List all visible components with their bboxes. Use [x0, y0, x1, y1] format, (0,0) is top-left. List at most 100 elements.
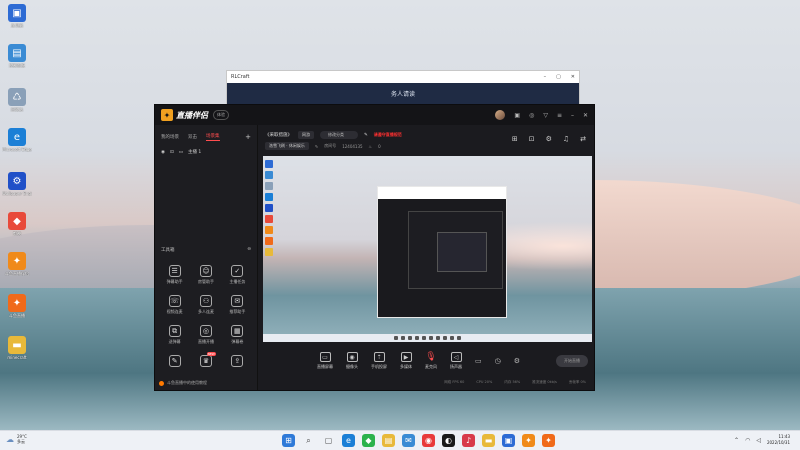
tool-item[interactable]: ▦ 弹幕卷 [222, 325, 253, 345]
taskbar-app-icon[interactable]: ◐ [442, 434, 455, 447]
tab-scene-set[interactable]: 场景集 [206, 133, 220, 141]
tool-item[interactable]: ⚇ 多人连麦 [190, 295, 221, 315]
tool-item[interactable]: ⇪ [222, 355, 253, 369]
source-button[interactable]: ⇡ 手机投屏 [371, 352, 387, 370]
source-button[interactable]: ◉ 摄像头 [346, 352, 358, 370]
menu-icon[interactable]: ≡ [557, 112, 562, 119]
taskbar-app-icon[interactable]: ◉ [422, 434, 435, 447]
lock-icon[interactable]: ⊡ [529, 135, 535, 143]
taskbar-app-icon[interactable]: ✦ [522, 434, 535, 447]
stream-preview[interactable] [263, 156, 592, 342]
maximize-icon[interactable]: ▢ [556, 74, 561, 80]
fire-icon: ♨ [368, 143, 373, 149]
desktop-icon[interactable]: ▣ 此电脑 [2, 4, 32, 28]
taskbar-app-icon[interactable]: ⌕ [302, 434, 315, 447]
category-tag[interactable]: 网游 [298, 131, 314, 139]
tutorial-icon [159, 380, 164, 386]
toolbox-header: 工具箱 ⊖ [161, 247, 251, 253]
source-label: 麦克风 [425, 364, 437, 369]
tutorial-link[interactable]: 斗鱼直播中的使用教程 [159, 380, 207, 386]
background-window-titlebar[interactable]: RLCraft – ▢ ✕ [227, 71, 579, 83]
volume-icon[interactable]: ◁ [756, 437, 761, 444]
edit-icon[interactable]: ✎ [364, 133, 368, 138]
visibility-icon[interactable]: ◉ [161, 150, 165, 155]
app-icon: ✦ [8, 252, 26, 270]
desktop-icon[interactable]: ▬ minecraft [2, 336, 32, 360]
tool-item[interactable]: ✉ 推荐助手 [222, 295, 253, 315]
camera-icon[interactable]: ▭ [475, 357, 482, 365]
desktop-icon[interactable]: ◆ 剪映 [2, 212, 32, 236]
version-badge[interactable]: 体验 [213, 110, 229, 120]
tool-item[interactable]: ✓ 主播任务 [222, 265, 253, 285]
tool-label: 弹幕卷 [231, 339, 244, 344]
desktop-icon[interactable]: ✦ 斗鱼直播 [2, 294, 32, 318]
avatar[interactable] [495, 110, 506, 120]
tool-item[interactable]: ◎ 直播开播 [190, 325, 221, 345]
minimize-icon[interactable]: – [571, 112, 574, 119]
taskbar-app-icon[interactable]: ▣ [502, 434, 515, 447]
tool-label: 直播开播 [197, 339, 214, 344]
clock-icon[interactable]: ◷ [495, 357, 501, 365]
taskbar-app-icon[interactable]: ♪ [462, 434, 475, 447]
tool-icon: ⇪ [231, 355, 244, 367]
tool-icon: ◎ [199, 325, 212, 337]
taskbar-app-icon[interactable]: ⊞ [282, 434, 295, 447]
source-button[interactable]: 🎙 麦克风 [425, 352, 437, 370]
modify-category-button[interactable]: 修改分类 [320, 131, 358, 139]
taskbar-app-icon[interactable]: e [342, 434, 355, 447]
add-scene-icon[interactable]: + [245, 133, 251, 141]
close-icon[interactable]: ✕ [583, 112, 588, 119]
tool-label: 送弹幕 [168, 339, 181, 344]
tool-item[interactable]: ✎ [159, 355, 190, 369]
weather-widget[interactable]: ☁ 29°C 多云 [6, 434, 27, 444]
clock-date: 2022/10/31 [766, 440, 790, 445]
chevron-up-icon[interactable]: ⌃ [734, 437, 739, 444]
notice-tag[interactable]: 请遵守直播规范 [374, 132, 402, 138]
tool-item[interactable]: ⧉ 送弹幕 [159, 325, 190, 345]
gift-icon[interactable]: ▣ [514, 112, 520, 119]
desktop-icon[interactable]: ✦ 斗鱼直播伴侣 [2, 252, 32, 276]
taskbar-app-icon[interactable]: ✉ [402, 434, 415, 447]
desktop-icon[interactable]: ⚙Wallpaper Engine [2, 172, 32, 196]
desktop-icon[interactable]: e Microsoft Edge [2, 128, 32, 152]
scene-item[interactable]: ◉ ⊡ ▭ 主播 1 [155, 145, 257, 159]
share-icon[interactable]: ⇄ [580, 135, 586, 143]
monitor-icon: ▭ [178, 149, 183, 155]
desktop-icon[interactable]: ▤ 控制面板 [2, 44, 32, 68]
start-live-button[interactable]: 开始直播 [556, 355, 588, 367]
background-window-title: RLCraft [231, 74, 250, 80]
wifi-icon[interactable]: ◠ [745, 437, 750, 444]
layout-icon[interactable]: ⊞ [512, 135, 518, 143]
source-button[interactable]: ▶ 多媒体 [400, 352, 412, 370]
tab-double[interactable]: 双击 [188, 134, 197, 140]
taskbar-app-icon[interactable]: ✦ [542, 434, 555, 447]
tool-item[interactable]: ☏ 视频连麦 [159, 295, 190, 315]
taskbar-app-icon[interactable]: ▢ [322, 434, 335, 447]
settings-icon[interactable]: ⚙ [546, 135, 552, 143]
source-button[interactable]: ▭ 直播屏幕 [317, 352, 333, 370]
close-icon[interactable]: ✕ [571, 74, 575, 80]
taskbar-app-icon[interactable]: ▬ [482, 434, 495, 447]
more-icon[interactable]: ⊖ [247, 247, 251, 253]
settings-icon[interactable]: ⚙ [514, 357, 520, 365]
source-button[interactable]: ◁ 扬声器 [450, 352, 462, 370]
taskbar-app-icon[interactable]: ◆ [362, 434, 375, 447]
app-titlebar[interactable]: ✦ 直播伴侣 体验 ▣ ◎ ▽ ≡ – ✕ [155, 105, 594, 125]
filter-icon[interactable]: ▽ [543, 112, 548, 119]
tab-my-scenes[interactable]: 我的场景 [161, 134, 179, 140]
app-logo: ✦ 直播伴侣 [161, 109, 208, 121]
edit-icon[interactable]: ✎ [315, 144, 318, 149]
taskbar-app-icon[interactable]: ▤ [382, 434, 395, 447]
desktop-icon[interactable]: ♺ 回收站 [2, 88, 32, 112]
tool-item[interactable]: ♛ NEW [190, 352, 221, 369]
clock[interactable]: 11:43 2022/10/31 [767, 434, 790, 446]
app-icon: ◆ [8, 212, 26, 230]
skin-icon[interactable]: ◎ [529, 112, 534, 119]
stream-title[interactable]: 《采取措施》 [265, 132, 292, 138]
tool-item[interactable]: ☰ 弹幕助手 [159, 265, 190, 285]
tool-icon: ☰ [168, 265, 181, 277]
tool-item[interactable]: ☺ 房管助手 [190, 265, 221, 285]
bell-icon[interactable]: ♫ [563, 135, 569, 143]
minimize-icon[interactable]: – [544, 74, 547, 80]
lock-icon[interactable]: ⊡ [170, 150, 174, 155]
